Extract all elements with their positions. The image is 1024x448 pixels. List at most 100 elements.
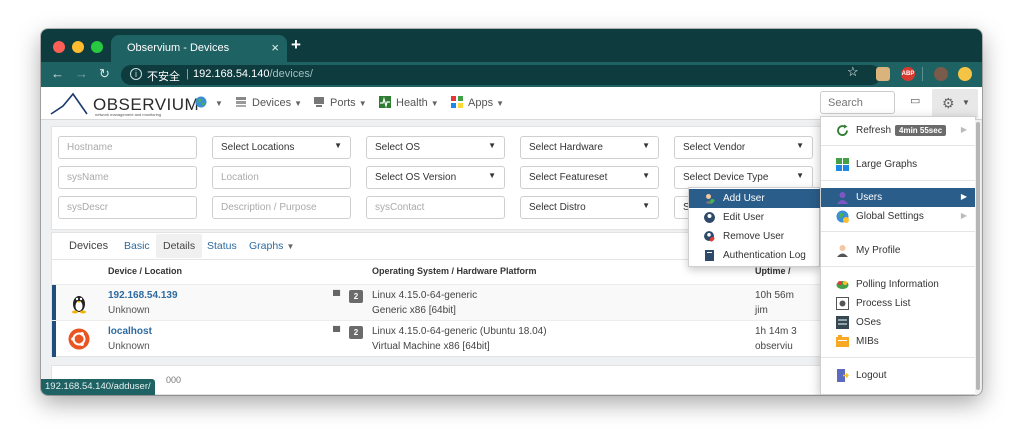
edit-user-icon: [704, 212, 715, 223]
remove-user-label: Remove User: [723, 231, 785, 242]
menu-item-global-settings[interactable]: Global Settings ▶: [821, 207, 977, 226]
device-hardware: Generic x86 [64bit]: [372, 305, 456, 316]
chevron-down-icon: ▼: [488, 141, 496, 150]
sysname-field[interactable]: sysName: [58, 166, 197, 189]
syscontact-field[interactable]: sysContact: [366, 196, 505, 219]
featureset-select-value: Select Featureset: [529, 172, 608, 183]
large-graphs-label: Large Graphs: [856, 159, 918, 170]
distro-select[interactable]: Select Distro ▼: [520, 196, 659, 219]
hostname-field[interactable]: Hostname: [58, 136, 197, 159]
network-port-icon: [314, 97, 324, 107]
hardware-select[interactable]: Select Hardware ▼: [520, 136, 659, 159]
back-arrow-icon[interactable]: ←: [51, 66, 64, 81]
nav-devices-label: Devices: [252, 97, 292, 109]
locations-select[interactable]: Select Locations ▼: [212, 136, 351, 159]
forward-arrow-icon[interactable]: →: [75, 66, 88, 81]
settings-menu-button[interactable]: ⚙ ▼: [932, 89, 978, 118]
column-header-uptime[interactable]: Uptime /: [755, 266, 791, 276]
menu-item-edit-user[interactable]: Edit User: [689, 208, 821, 227]
logout-label: Logout: [856, 370, 887, 381]
menu-item-logout[interactable]: Logout: [821, 366, 977, 385]
toolbar-divider: [922, 67, 923, 81]
observium-logo[interactable]: OBSERVIUM network management and monitor…: [49, 92, 199, 117]
refresh-label: Refresh 4min 55sec: [856, 125, 947, 136]
minimize-window-button[interactable]: [72, 41, 84, 53]
column-header-device[interactable]: Device / Location: [108, 266, 182, 276]
scrollbar-thumb[interactable]: [976, 122, 980, 390]
globe-menu[interactable]: ▼: [195, 96, 223, 109]
menu-item-polling-information[interactable]: Polling Information: [821, 275, 977, 294]
menu-divider: [821, 266, 977, 267]
oses-icon: [836, 316, 849, 329]
profile-icon: [837, 245, 848, 257]
nav-devices[interactable]: Devices ▼: [235, 96, 302, 109]
device-type-select-value: Select Device Type: [683, 172, 769, 183]
os-select[interactable]: Select OS ▼: [366, 136, 505, 159]
menu-item-process-list[interactable]: Process List: [821, 294, 977, 313]
vendor-select[interactable]: Select Vendor ▼: [674, 136, 813, 159]
url-host: 192.168.54.140: [193, 68, 270, 80]
nav-health[interactable]: Health ▼: [379, 96, 439, 109]
mibs-label: MIBs: [856, 336, 879, 347]
tab-graphs-label: Graphs: [249, 240, 284, 252]
menu-divider: [821, 180, 977, 181]
heartbeat-icon: [379, 96, 391, 108]
chevron-right-icon: ▶: [960, 192, 967, 201]
chevron-right-icon: ▶: [960, 211, 967, 220]
chevron-down-icon: ▼: [796, 141, 804, 150]
nav-ports-label: Ports: [330, 97, 356, 109]
page-scrollbar[interactable]: [975, 120, 981, 395]
info-icon[interactable]: i: [130, 68, 142, 80]
new-tab-button[interactable]: +: [291, 35, 301, 55]
tab-basic[interactable]: Basic: [124, 240, 150, 252]
add-user-label: Add User: [723, 193, 765, 204]
laptop-icon[interactable]: ▭: [910, 94, 920, 107]
table-row[interactable]: localhost Unknown ▀ 2 Linux 4.15.0-64-ge…: [52, 320, 832, 357]
users-label: Users: [856, 192, 883, 203]
device-name-link[interactable]: localhost: [108, 326, 152, 337]
adblock-icon[interactable]: ABP: [901, 67, 915, 81]
column-header-os[interactable]: Operating System / Hardware Platform: [372, 266, 537, 276]
device-contact: observiu: [755, 341, 793, 352]
os-version-select[interactable]: Select OS Version ▼: [366, 166, 505, 189]
device-type-select[interactable]: Select Device Type ▼: [674, 166, 813, 189]
close-window-button[interactable]: [53, 41, 65, 53]
my-profile-label: My Profile: [856, 245, 901, 256]
search-input[interactable]: [820, 91, 895, 114]
nav-ports[interactable]: Ports ▼: [313, 96, 367, 109]
tab-details[interactable]: Details: [156, 234, 203, 258]
description-field[interactable]: Description / Purpose: [212, 196, 351, 219]
menu-item-users[interactable]: Users ▶: [821, 188, 977, 207]
tab-graphs[interactable]: Graphs ▼: [249, 240, 294, 252]
menu-item-large-graphs[interactable]: Large Graphs: [821, 155, 977, 174]
tab-status[interactable]: Status: [207, 240, 237, 252]
chevron-down-icon: ▼: [796, 171, 804, 180]
table-row[interactable]: 192.168.54.139 Unknown ▀ 2 Linux 4.15.0-…: [52, 284, 832, 321]
menu-item-remove-user[interactable]: Remove User: [689, 227, 821, 246]
reload-icon[interactable]: ↻: [99, 66, 110, 82]
address-bar[interactable]: i 不安全 | 192.168.54.140/devices/: [121, 65, 881, 85]
bookmark-star-icon[interactable]: ☆: [847, 64, 859, 80]
browser-tab[interactable]: Observium - Devices ×: [111, 35, 287, 62]
extension-yellow-icon[interactable]: [958, 67, 972, 81]
url-separator: |: [186, 68, 189, 80]
nav-apps[interactable]: Apps ▼: [451, 96, 504, 109]
menu-item-my-profile[interactable]: My Profile: [821, 241, 977, 260]
featureset-select[interactable]: Select Featureset ▼: [520, 166, 659, 189]
maximize-window-button[interactable]: [91, 41, 103, 53]
profile-avatar[interactable]: [934, 67, 948, 81]
menu-item-add-user[interactable]: Add User: [689, 189, 821, 208]
menu-item-mibs[interactable]: MIBs: [821, 332, 977, 351]
sysdescr-field[interactable]: sysDescr: [58, 196, 197, 219]
menu-item-auth-log[interactable]: Authentication Log: [689, 246, 821, 265]
extension-icon[interactable]: [876, 67, 890, 81]
menu-item-oses[interactable]: OSes: [821, 313, 977, 332]
location-field[interactable]: Location: [212, 166, 351, 189]
ports-count-badge: 2: [349, 326, 363, 339]
tab-close-icon[interactable]: ×: [271, 40, 279, 55]
url-path: /devices/: [269, 68, 313, 80]
menu-item-refresh[interactable]: Refresh 4min 55sec ▶: [821, 121, 977, 140]
users-icon: [837, 192, 848, 204]
device-name-link[interactable]: 192.168.54.139: [108, 290, 178, 301]
distro-select-value: Select Distro: [529, 202, 586, 213]
